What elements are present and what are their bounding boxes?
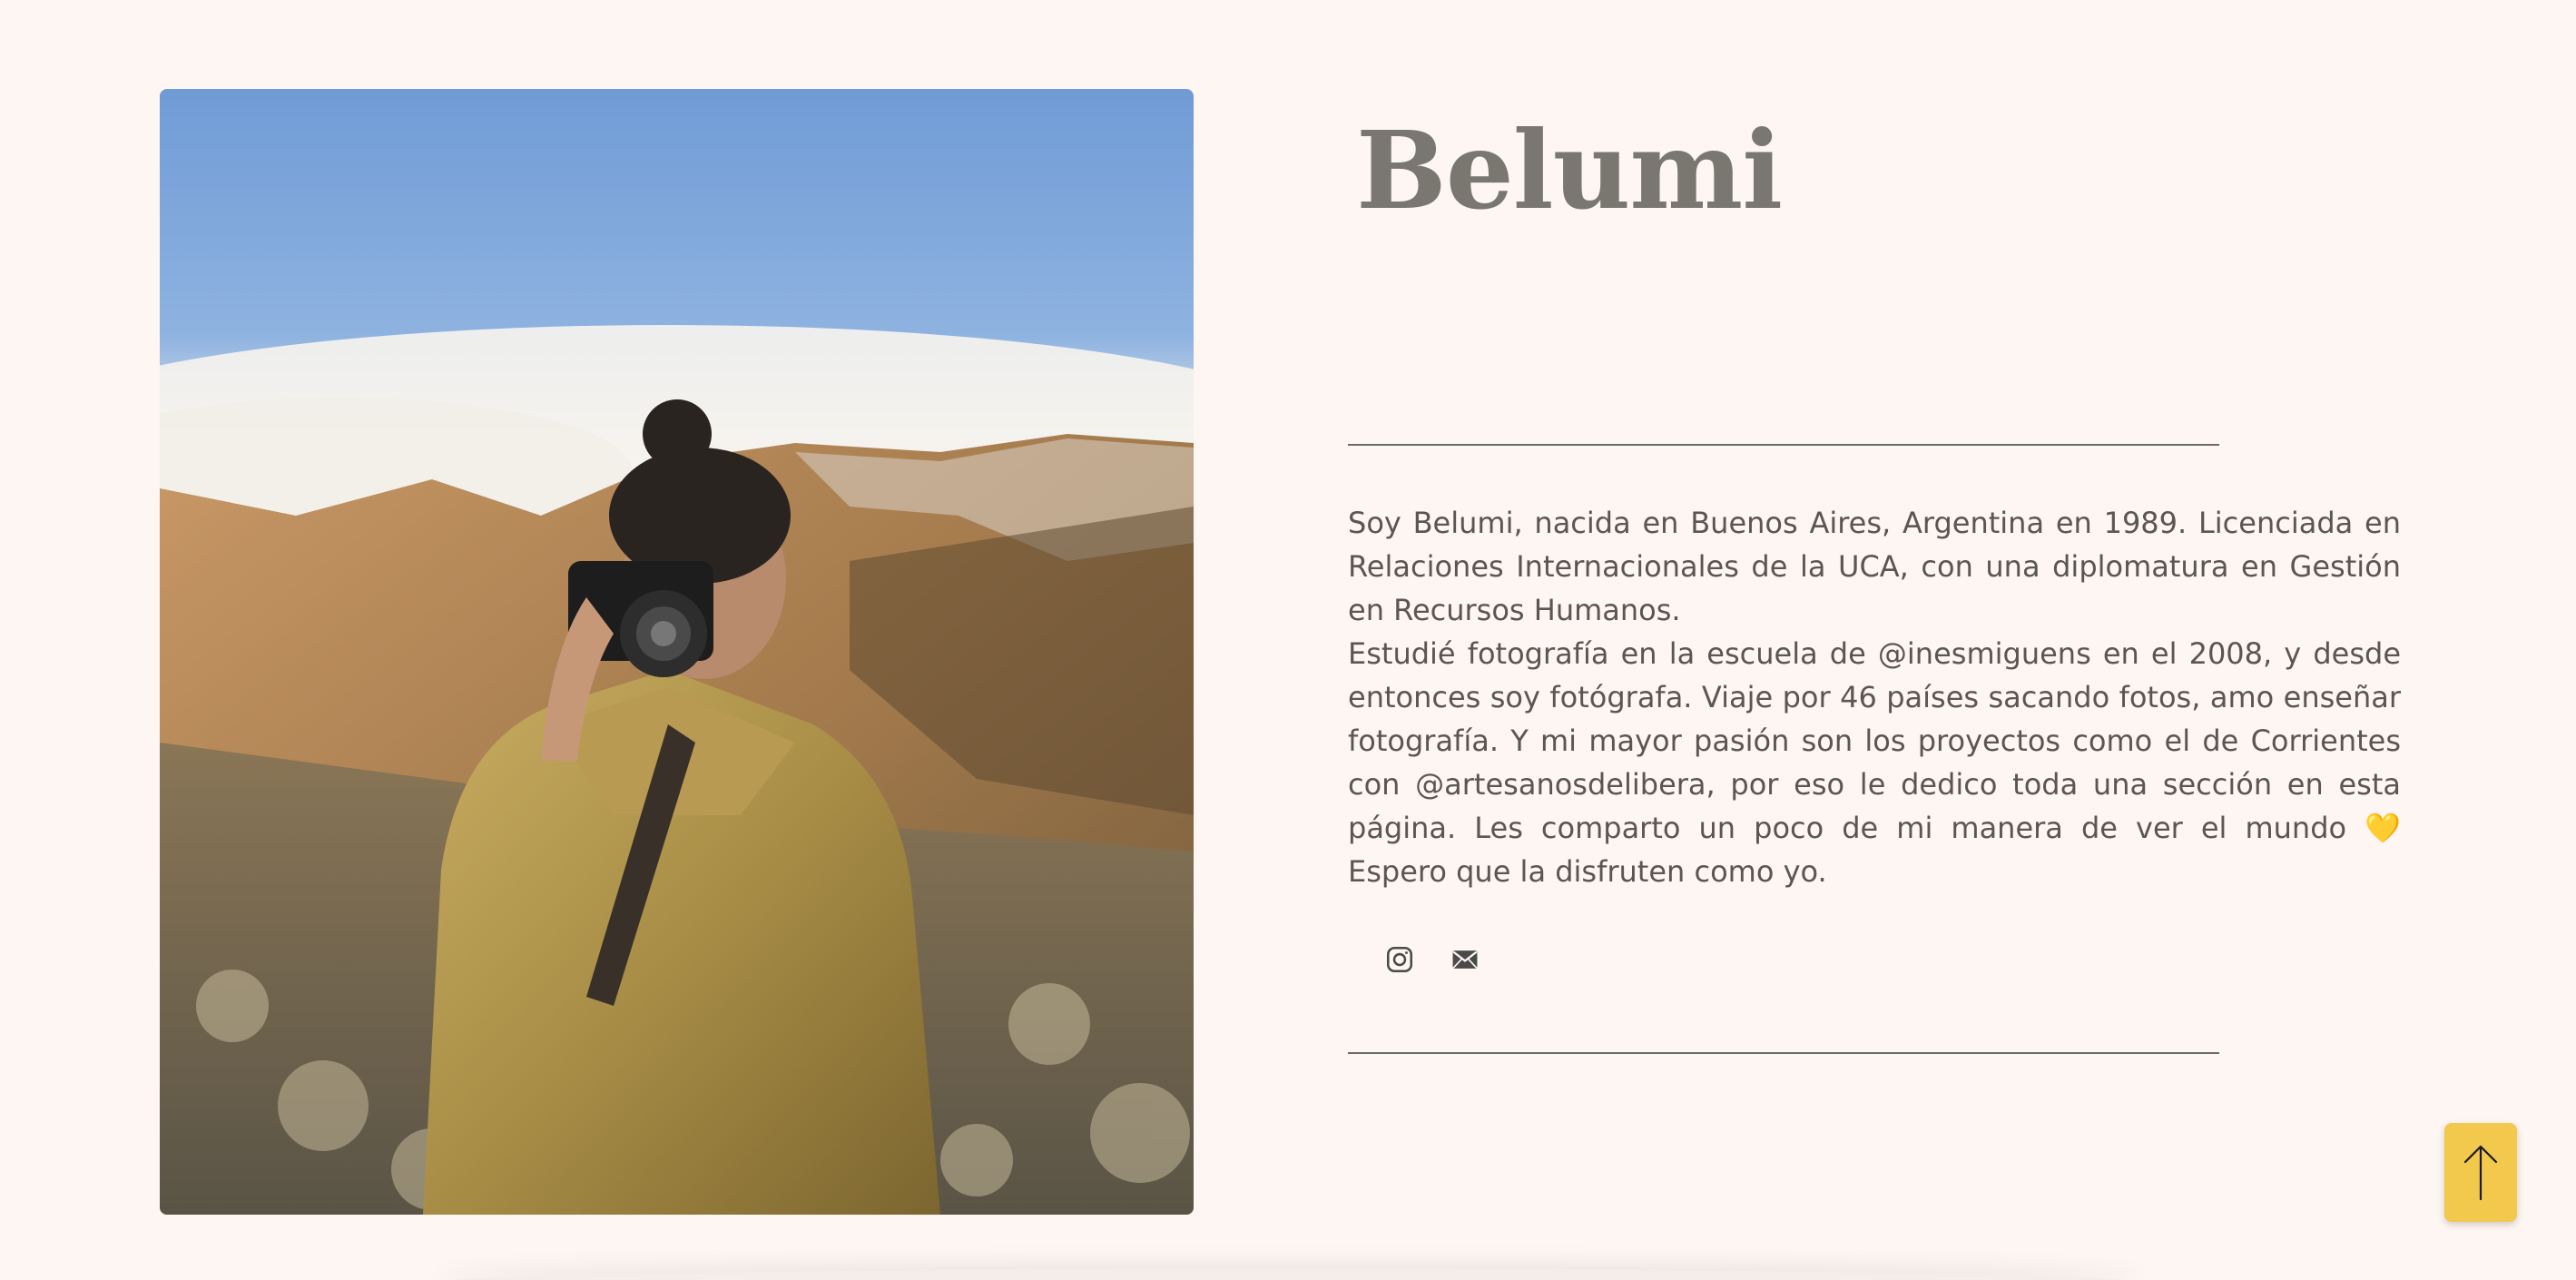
about-page: Belumi Soy Belumi, nacida en Buenos Aire… (0, 0, 2576, 1280)
arrow-up-icon (2463, 1145, 2498, 1200)
bio-paragraph-2: Estudié fotografía en la escuela de @ine… (1348, 636, 2401, 889)
profile-photo-illustration (160, 89, 1194, 1215)
back-to-top-button[interactable] (2444, 1123, 2517, 1222)
divider-top (1348, 444, 2219, 446)
bio-paragraph-1: Soy Belumi, nacida en Buenos Aires, Arge… (1348, 506, 2401, 627)
bio-text: Soy Belumi, nacida en Buenos Aires, Arge… (1348, 501, 2401, 893)
page-title: Belumi (1356, 107, 1783, 233)
divider-bottom (1348, 1052, 2219, 1054)
next-section-edge (436, 1269, 2142, 1280)
social-links (1380, 940, 1485, 980)
profile-photo (160, 89, 1194, 1215)
mail-icon[interactable] (1445, 940, 1485, 980)
instagram-icon[interactable] (1380, 940, 1420, 980)
